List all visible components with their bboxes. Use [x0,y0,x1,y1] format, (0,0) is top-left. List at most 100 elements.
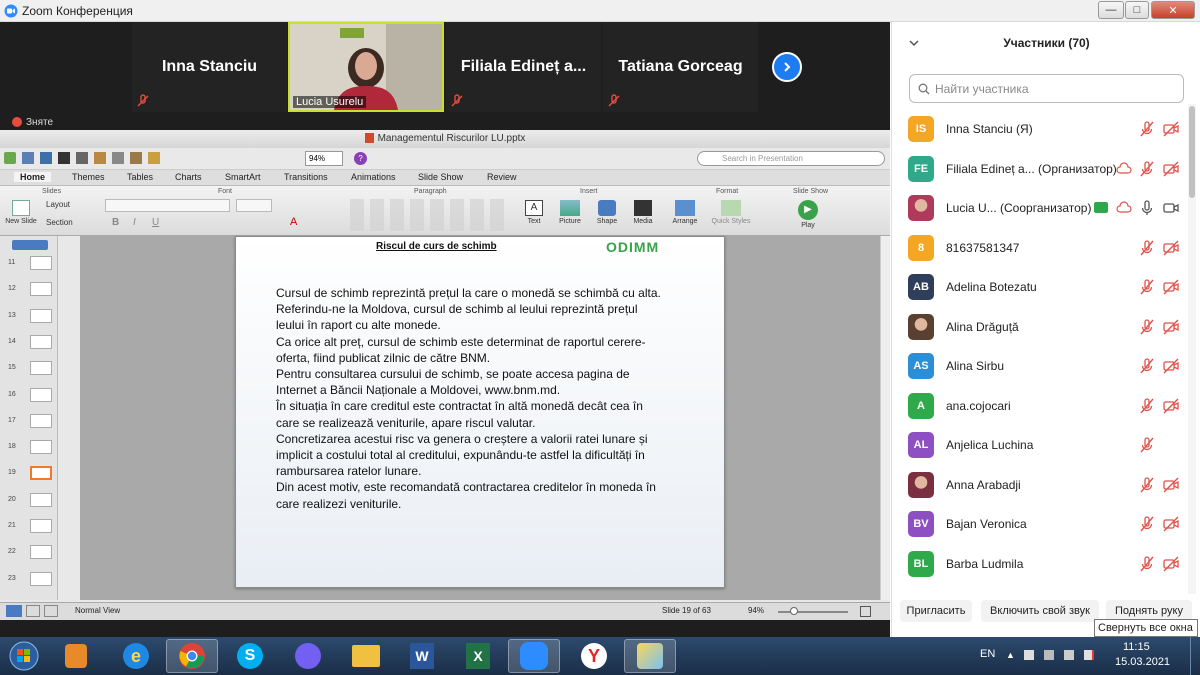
participants-scroll-thumb[interactable] [1189,106,1195,198]
quick-styles-button[interactable]: Quick Styles [708,198,754,225]
taskbar-chrome[interactable] [166,639,218,673]
print-icon[interactable] [76,152,88,164]
cut-icon[interactable] [94,152,106,164]
insert-shape-button[interactable]: Shape [592,198,622,225]
tab-transitions[interactable]: Transitions [284,172,328,182]
slide-thumbnail[interactable] [30,387,52,402]
editor-vscroll[interactable] [880,236,890,600]
tab-home[interactable]: Home [14,172,52,182]
format-painter-icon[interactable] [148,152,160,164]
participant-row[interactable]: 8 81637581347 [892,229,1192,268]
slide-thumbnail[interactable] [30,282,52,297]
show-desktop-button[interactable] [1190,637,1200,675]
participant-row[interactable]: AL Anjelica Luchina [892,426,1192,465]
section-button[interactable]: Section [46,218,73,227]
search-presentation-input[interactable]: Search in Presentation [697,151,885,166]
new-slide-button[interactable]: New Slide [4,198,38,234]
slide-thumbnail[interactable] [30,361,52,376]
slide-thumbnail[interactable] [30,256,52,270]
slide-thumbnail[interactable] [30,334,52,349]
slide-thumbnail[interactable] [30,466,52,481]
start-button[interactable] [0,639,48,673]
presenter-view-button[interactable] [44,605,58,617]
play-button[interactable]: ▶ Play [792,198,824,229]
slide-thumbnail[interactable] [30,492,52,507]
tray-power-icon[interactable] [1044,650,1054,660]
close-button[interactable]: ✕ [1151,1,1195,19]
current-slide[interactable]: Riscul de curs de schimb ODIMM Cursul de… [235,236,725,588]
open-icon[interactable] [40,152,52,164]
video-tile[interactable]: Inna Stanciu [132,22,287,112]
font-name-box[interactable] [105,199,230,212]
taskbar-explorer[interactable] [340,639,392,673]
participant-row[interactable]: IS Inna Stanciu (Я) [892,110,1192,149]
underline-button[interactable]: U [152,217,159,228]
participant-row[interactable]: Alina Drăguță [892,308,1192,347]
participant-row[interactable]: FE Filiala Edineț a... (Организатор) [892,150,1192,189]
taskbar-skype[interactable]: S [224,639,276,673]
insert-picture-button[interactable]: Picture [554,198,586,225]
tab-smartart[interactable]: SmartArt [225,172,261,182]
insert-text-button[interactable]: A Text [520,198,548,225]
taskbar-ie[interactable]: e [110,639,162,673]
tab-animations[interactable]: Animations [351,172,396,182]
maximize-button[interactable]: □ [1125,1,1149,19]
insert-media-button[interactable]: Media [628,198,658,225]
next-videos-button[interactable] [772,52,802,82]
network-icon[interactable] [1064,650,1074,660]
slide-thumbnail[interactable] [30,413,52,428]
invite-button[interactable]: Пригласить [900,600,972,622]
participant-row[interactable]: Aana.cojocari [892,387,1192,426]
slide-thumbnail[interactable] [30,519,52,533]
taskbar-zoom[interactable] [508,639,560,673]
tab-review[interactable]: Review [487,172,517,182]
template-icon[interactable] [22,152,34,164]
input-language[interactable]: EN [980,648,995,660]
pane-view-toggle[interactable] [12,240,48,250]
participant-row[interactable]: Anna Arabadji [892,466,1192,505]
video-tile[interactable]: Filiala Edineț a... [446,22,601,112]
paste-icon[interactable] [130,152,142,164]
taskbar-paint[interactable] [624,639,676,673]
participant-row[interactable]: AS Alina Sirbu [892,347,1192,386]
slide-thumbnail[interactable] [30,545,52,560]
tray-arrow-icon[interactable]: ▲ [1006,650,1015,660]
taskbar-word[interactable]: W [396,639,448,673]
participant-search-input[interactable]: Найти участника [909,74,1184,103]
slide-body-text[interactable]: Cursul de schimb reprezintă prețul la ca… [276,285,686,512]
tab-themes[interactable]: Themes [72,172,105,182]
italic-button[interactable]: I [133,217,136,228]
copy-icon[interactable] [112,152,124,164]
taskbar-viber[interactable] [282,639,334,673]
slide-thumbnail[interactable] [30,440,52,455]
video-tile-speaker[interactable]: Lucia Usurelu [288,22,444,112]
tray-app-icon[interactable] [1024,650,1034,660]
participant-row[interactable]: Lucia U... (Соорганизатор) [892,189,1192,228]
unmute-button[interactable]: Включить свой звук [981,600,1099,622]
save-icon[interactable] [58,152,70,164]
taskbar-yandex[interactable]: Y [568,639,620,673]
zoom-slider-thumb[interactable] [790,607,798,615]
tab-tables[interactable]: Tables [127,172,153,182]
sorter-view-button[interactable] [26,605,40,617]
video-tile[interactable]: Tatiana Gorceag [603,22,758,112]
participant-row[interactable]: AB Adelina Botezatu [892,268,1192,307]
speaker-muted-icon[interactable] [1084,650,1094,660]
fit-window-icon[interactable] [860,606,871,617]
tab-charts[interactable]: Charts [175,172,202,182]
participant-row[interactable]: BV Bajan Veronica [892,505,1192,544]
layout-button[interactable]: Layout [46,200,70,209]
participant-row[interactable]: BL Barba Ludmila [892,545,1192,584]
minimize-button[interactable]: — [1098,1,1124,19]
clock-time[interactable]: 11:15 [1123,641,1150,653]
font-size-box[interactable] [236,199,272,212]
tab-slide-show[interactable]: Slide Show [418,172,463,182]
arrange-button[interactable]: Arrange [668,198,702,225]
zoom-slider[interactable] [778,611,848,613]
taskbar-media-player[interactable] [50,639,102,673]
slide-thumbnail[interactable] [30,571,52,586]
taskbar-excel[interactable]: X [452,639,504,673]
normal-view-button[interactable] [6,605,22,617]
zoom-box[interactable]: 94% [305,151,343,166]
slide-thumbnail[interactable] [30,308,52,323]
